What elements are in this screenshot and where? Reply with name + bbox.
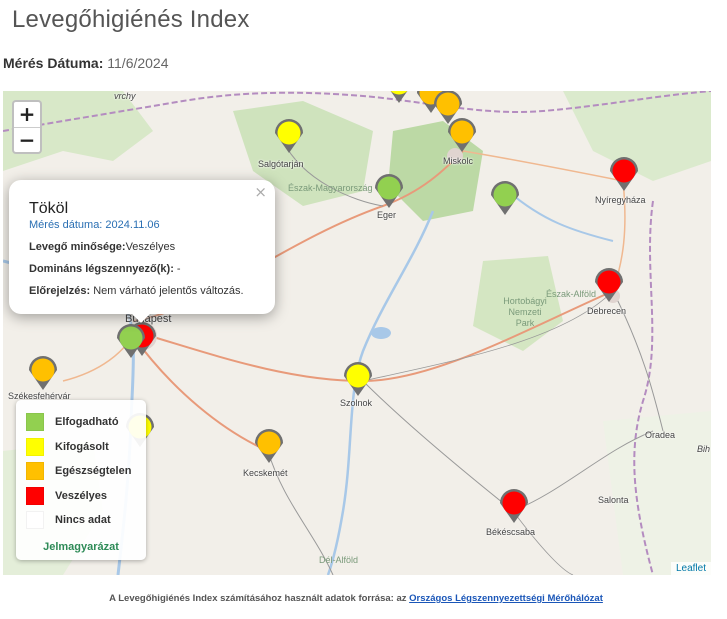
legend-label: Elfogadható (55, 416, 119, 429)
marker-dot (436, 92, 460, 116)
marker-dot (450, 120, 474, 144)
legend-link[interactable]: Jelmagyarázat (26, 541, 136, 553)
popup-tip (131, 314, 151, 324)
station-marker-veszelyes[interactable] (595, 268, 623, 302)
marker-dot (31, 358, 55, 382)
air-quality-map[interactable]: + − Észak-Magyarország Észak-Alföld Hort… (3, 91, 711, 575)
footer-text: A Levegőhigiénés Index számításához hasz… (109, 593, 407, 604)
legend-label: Veszélyes (55, 489, 107, 502)
marker-dot (277, 121, 301, 145)
station-marker-egeszsegtelen[interactable] (255, 429, 283, 463)
station-marker-egeszsegtelen[interactable] (448, 118, 476, 152)
popup-quality-row: Levegő minősége:Veszélyes (29, 241, 255, 253)
popup-forecast-row: Előrejelzés: Nem várható jelentős változ… (29, 285, 255, 297)
marker-dot (377, 176, 401, 200)
footer-source-link[interactable]: Országos Légszennyezettségi Mérőhálózat (409, 593, 603, 604)
pollutant-label: Domináns légszennyező(k): (29, 263, 174, 275)
marker-dot (346, 364, 370, 388)
marker-dot (390, 91, 408, 95)
popup-measurement-date: Mérés dátuma: 2024.11.06 (29, 219, 160, 231)
station-popup: × Tököl Mérés dátuma: 2024.11.06 Levegő … (9, 180, 275, 314)
popup-close-button[interactable]: × (254, 183, 267, 201)
legend-item: Veszélyes (26, 484, 136, 509)
popup-pollutant-row: Domináns légszennyező(k): - (29, 263, 255, 275)
station-marker-elfogadhato[interactable] (491, 181, 519, 215)
station-marker-kifogasolt[interactable] (275, 119, 303, 153)
legend-label: Egészségtelen (55, 465, 132, 478)
station-marker-elfogadhato[interactable] (375, 174, 403, 208)
legend-swatch (26, 437, 44, 456)
legend-label: Kifogásolt (55, 440, 109, 453)
legend-label: Nincs adat (55, 514, 111, 527)
marker-dot (612, 159, 636, 183)
map-attribution[interactable]: Leaflet (670, 562, 711, 575)
popup-station-name: Tököl (29, 200, 69, 217)
data-source-footer: A Levegőhigiénés Index számításához hasz… (0, 593, 712, 604)
map-legend: Elfogadható Kifogásolt Egészségtelen Ves… (16, 400, 146, 560)
legend-swatch (26, 462, 44, 481)
quality-label: Levegő minősége: (29, 241, 126, 253)
marker-dot (597, 270, 621, 294)
forecast-label: Előrejelzés: (29, 285, 91, 297)
legend-item: Egészségtelen (26, 459, 136, 484)
legend-item: Elfogadható (26, 410, 136, 435)
legend-swatch (26, 511, 44, 530)
date-label: Mérés Dátuma: (3, 55, 104, 71)
marker-dot (119, 326, 143, 350)
legend-item: Nincs adat (26, 508, 136, 533)
forecast-value: Nem várható jelentős változás. (93, 285, 244, 297)
station-marker-veszelyes[interactable] (610, 157, 638, 191)
station-marker-kifogasolt[interactable] (385, 91, 413, 103)
marker-dot (502, 491, 526, 515)
legend-swatch (26, 486, 44, 505)
station-marker-veszelyes[interactable] (500, 489, 528, 523)
marker-dot (257, 431, 281, 455)
quality-value: Veszélyes (125, 241, 176, 253)
measurement-date: Mérés Dátuma: 11/6/2024 (3, 55, 169, 71)
legend-item: Kifogásolt (26, 435, 136, 460)
date-value: 11/6/2024 (107, 55, 169, 71)
station-marker-egeszsegtelen[interactable] (29, 356, 57, 390)
marker-dot (493, 183, 517, 207)
page-title: Levegőhigiénés Index (12, 6, 250, 33)
pollutant-value: - (176, 263, 181, 275)
legend-swatch (26, 413, 44, 432)
station-marker-kifogasolt[interactable] (344, 362, 372, 396)
